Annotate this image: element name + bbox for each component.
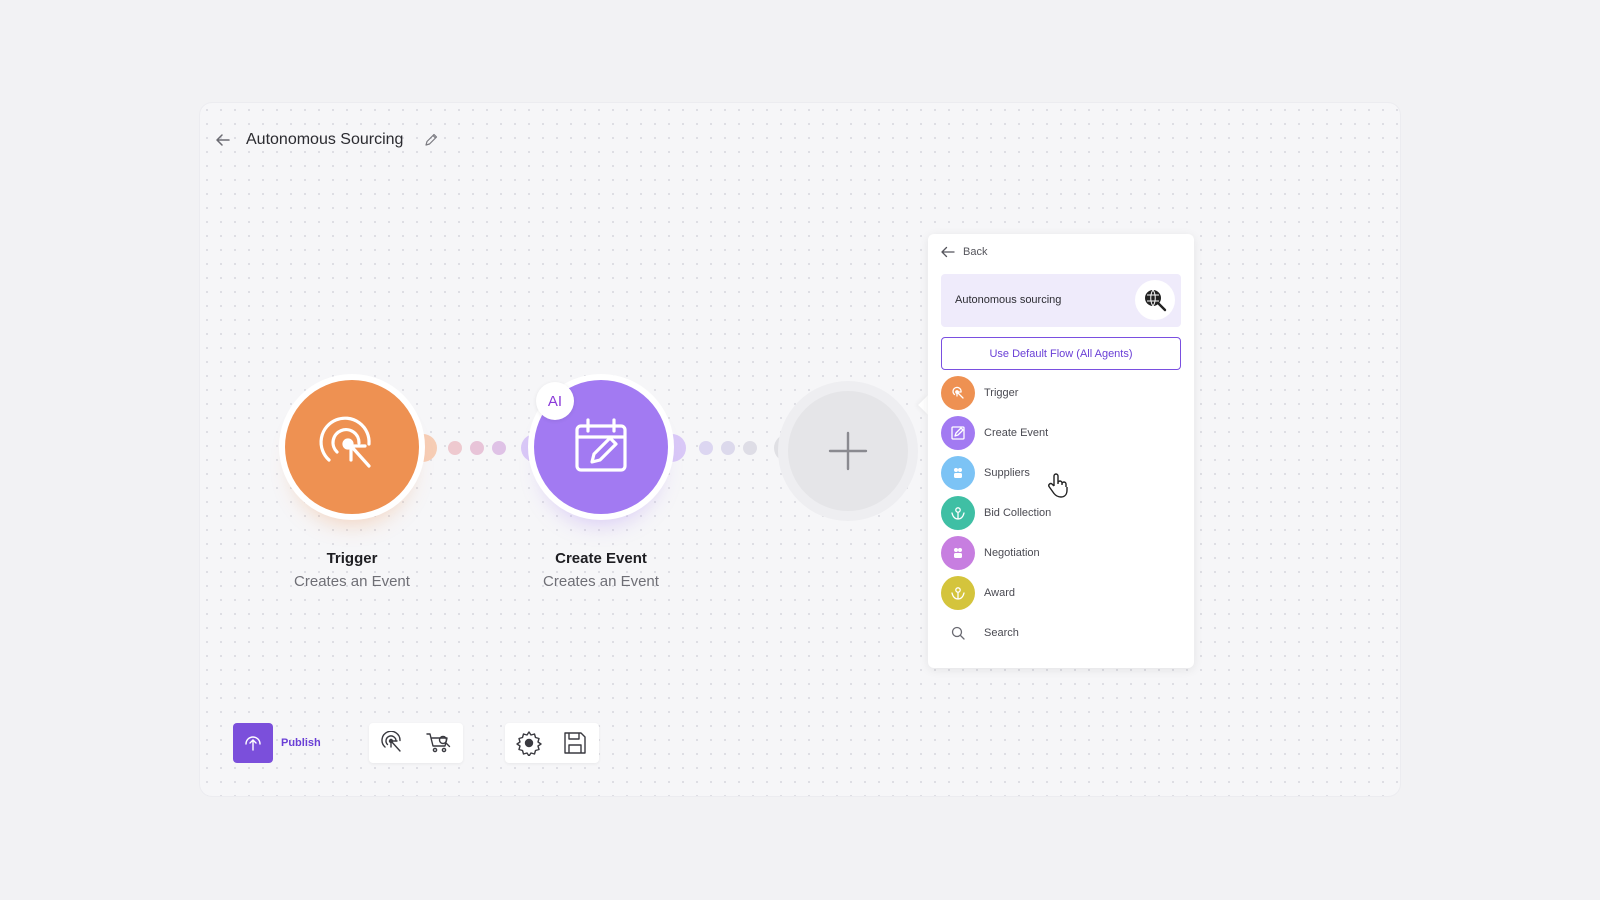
panel-item-label: Trigger <box>984 387 1019 399</box>
create-event-node-label: Create Event Creates an Event <box>501 550 701 590</box>
trigger-node-label: Trigger Creates an Event <box>252 550 452 590</box>
back-arrow-icon <box>941 246 955 258</box>
search-icon <box>941 616 975 650</box>
settings-gear-icon <box>516 731 542 756</box>
node-title: Create Event <box>555 550 647 567</box>
trigger-cursor-icon <box>381 731 401 752</box>
settings-button[interactable] <box>511 725 547 761</box>
add-step-panel: Back Autonomous sourcing Use Default Flo… <box>928 234 1194 668</box>
connector-create-add <box>672 434 788 462</box>
page-header: Autonomous Sourcing <box>214 128 439 152</box>
toolbar-group-actions <box>505 723 599 763</box>
publish-label: Publish <box>281 737 321 749</box>
node-subtitle: Creates an Event <box>294 573 410 590</box>
save-button[interactable] <box>557 725 593 761</box>
panel-back-button[interactable]: Back <box>941 246 987 258</box>
panel-item-label: Create Event <box>984 427 1049 439</box>
upload-cloud-icon <box>245 736 261 751</box>
trigger-cursor-icon <box>941 376 975 410</box>
panel-item-bid-collection[interactable]: Bid Collection <box>941 496 1179 530</box>
panel-item-label: Award <box>984 587 1015 599</box>
negotiation-icon <box>941 536 975 570</box>
cart-search-icon <box>426 733 451 753</box>
panel-item-label: Suppliers <box>984 467 1030 479</box>
panel-back-label: Back <box>963 246 988 258</box>
node-title: Trigger <box>326 550 378 567</box>
flow-card-label: Autonomous sourcing <box>955 294 1062 306</box>
trigger-node[interactable] <box>285 380 419 514</box>
node-subtitle: Creates an Event <box>543 573 659 590</box>
panel-item-trigger[interactable]: Trigger <box>941 376 1179 410</box>
ai-badge: AI <box>536 382 574 420</box>
supplier-icon <box>941 456 975 490</box>
bid-hand-icon <box>941 496 975 530</box>
panel-item-label: Bid Collection <box>984 507 1052 519</box>
back-arrow-icon[interactable] <box>214 131 232 149</box>
panel-item-label: Search <box>984 627 1019 639</box>
save-floppy-icon <box>564 732 586 754</box>
flow-card[interactable]: Autonomous sourcing <box>941 274 1181 327</box>
connector-trigger-create <box>423 434 535 462</box>
panel-item-award[interactable]: Award <box>941 576 1179 610</box>
use-default-flow-button[interactable]: Use Default Flow (All Agents) <box>941 337 1181 370</box>
publish-icon-box <box>233 723 273 763</box>
add-node-button[interactable] <box>788 391 908 511</box>
panel-item-label: Negotiation <box>984 547 1040 559</box>
cart-search-tool-button[interactable] <box>421 725 457 761</box>
toolbar-group-nodes <box>369 723 463 763</box>
trigger-tool-button[interactable] <box>375 725 411 761</box>
pencil-icon[interactable] <box>423 132 439 148</box>
plus-icon <box>828 431 868 471</box>
hand-cursor-icon <box>1048 473 1068 498</box>
edit-square-icon <box>941 416 975 450</box>
trigger-cursor-icon <box>319 416 371 468</box>
award-hand-icon <box>941 576 975 610</box>
publish-button[interactable]: Publish <box>233 723 321 763</box>
panel-item-negotiation[interactable]: Negotiation <box>941 536 1179 570</box>
panel-item-search[interactable]: Search <box>941 616 1179 650</box>
page-title: Autonomous Sourcing <box>246 131 404 148</box>
panel-item-create-event[interactable]: Create Event <box>941 416 1179 450</box>
globe-search-icon <box>1135 280 1175 320</box>
